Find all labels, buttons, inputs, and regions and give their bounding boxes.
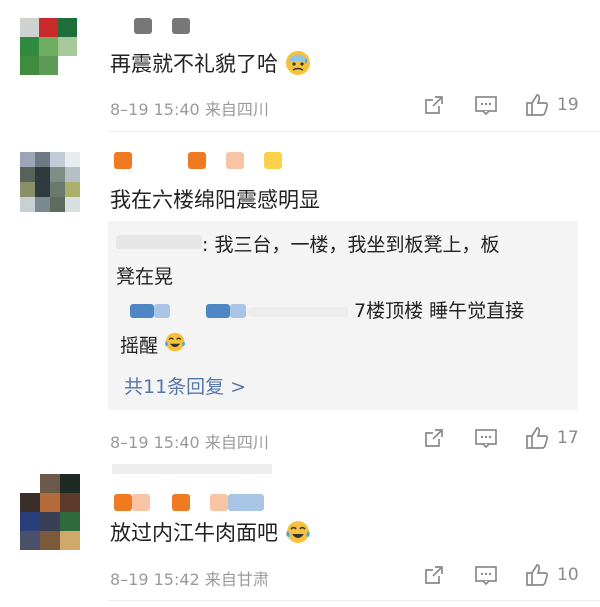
share-button[interactable]: [423, 94, 445, 116]
avatar[interactable]: [20, 152, 80, 212]
share-icon: [423, 564, 445, 586]
comment-icon: [474, 94, 498, 116]
like-count: 17: [557, 428, 579, 448]
reply-text: : 我三台，一楼，我坐到板凳上，板: [202, 234, 500, 256]
laugh-cry-icon: [285, 519, 311, 550]
timestamp: 8–19 15:40: [110, 100, 200, 119]
reply-text: 7楼顶楼 睡午觉直接: [354, 300, 525, 322]
comment-meta: 8–19 15:42 来自甘肃: [110, 566, 269, 590]
location: 来自四川: [204, 100, 269, 119]
like-button[interactable]: 19: [524, 92, 579, 118]
like-count: 10: [557, 565, 579, 585]
divider: [112, 464, 272, 474]
location: 来自甘肃: [204, 570, 269, 589]
divider: [108, 131, 600, 132]
comment-meta: 8–19 15:40 来自四川: [110, 429, 269, 453]
comment-text: 放过内江牛肉面吧: [110, 517, 311, 550]
reply-text-continued: 凳在晃: [116, 266, 174, 288]
like-count: 19: [557, 95, 579, 115]
share-icon: [423, 94, 445, 116]
replies-panel: : 我三台，一楼，我坐到板凳上，板 凳在晃 7楼顶楼 睡午觉直接 摇醒 共11条…: [108, 221, 578, 410]
avatar[interactable]: [20, 18, 96, 76]
share-button[interactable]: [423, 427, 445, 449]
comment-button[interactable]: [474, 427, 498, 449]
comment-icon: [474, 564, 498, 586]
comment-icon: [474, 427, 498, 449]
thumbs-up-icon: [524, 562, 550, 588]
comment-meta: 8–19 15:40 来自四川: [110, 96, 269, 120]
share-button[interactable]: [423, 564, 445, 586]
comment-button[interactable]: [474, 94, 498, 116]
laugh-cry-icon: [164, 331, 186, 362]
reply-text-continued: 摇醒: [120, 331, 186, 362]
view-all-replies-link[interactable]: 共11条回复 >: [124, 372, 246, 399]
avatar[interactable]: [20, 474, 80, 550]
timestamp: 8–19 15:40: [110, 433, 200, 452]
divider: [108, 600, 600, 601]
thumbs-up-icon: [524, 425, 550, 451]
share-icon: [423, 427, 445, 449]
like-button[interactable]: 10: [524, 562, 579, 588]
comment-text: 再震就不礼貌了哈: [110, 48, 311, 81]
location: 来自四川: [204, 433, 269, 452]
comment-text: 我在六楼绵阳震感明显: [110, 188, 320, 212]
comment-button[interactable]: [474, 564, 498, 586]
sweat-face-icon: [285, 50, 311, 81]
like-button[interactable]: 17: [524, 425, 579, 451]
timestamp: 8–19 15:42: [110, 570, 200, 589]
thumbs-up-icon: [524, 92, 550, 118]
